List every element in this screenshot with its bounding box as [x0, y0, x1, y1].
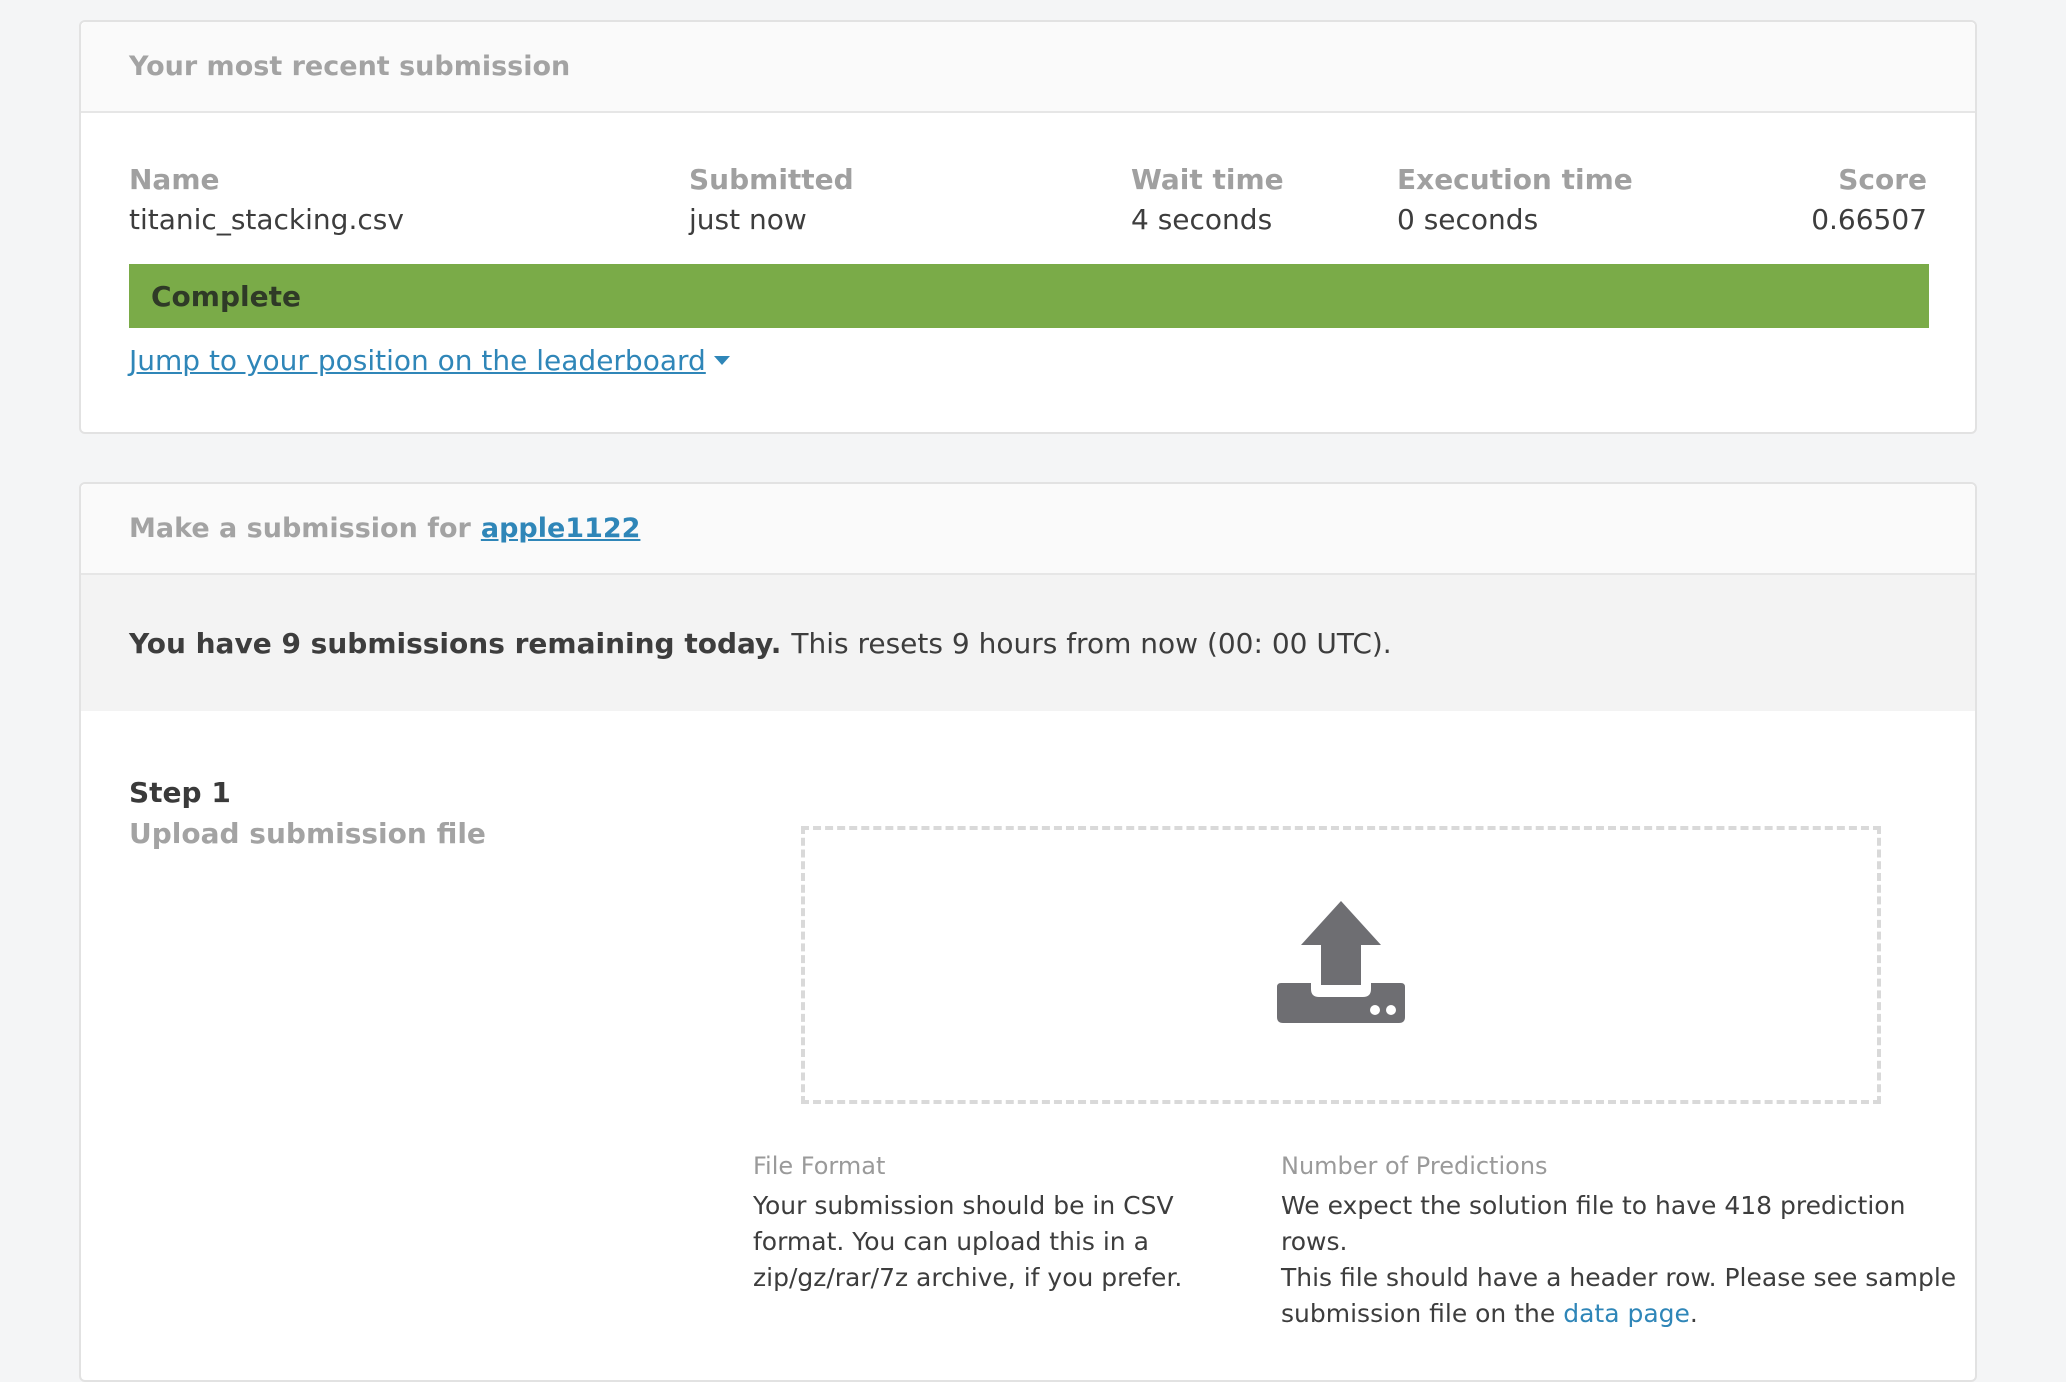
predictions-line: This file should have a header row. Plea… — [1281, 1263, 1957, 1292]
name-value: titanic_stacking.csv — [129, 203, 404, 236]
execution-time-column: Execution time 0 seconds — [1397, 160, 1633, 240]
make-submission-header: Make a submission for apple1122 — [81, 484, 1975, 575]
predictions-line3-prefix: submission file on the — [1281, 1299, 1556, 1328]
status-complete-bar: Complete — [129, 264, 1929, 328]
execution-time-label: Execution time — [1397, 163, 1633, 196]
team-link[interactable]: apple1122 — [481, 513, 641, 544]
caret-down-icon[interactable] — [713, 356, 730, 365]
upload-icon[interactable] — [1275, 899, 1407, 1031]
file-format-title: File Format — [753, 1152, 886, 1180]
reset-time-text: This resets 9 hours from now (00: 00 UTC… — [791, 626, 1392, 660]
jump-link-label[interactable]: Jump to your position on the leaderboard — [129, 344, 706, 377]
make-submission-title: Make a submission for — [129, 513, 471, 544]
name-label: Name — [129, 163, 220, 196]
name-column: Name titanic_stacking.csv — [129, 160, 404, 240]
upload-dropzone[interactable] — [801, 826, 1881, 1104]
step-subtitle: Upload submission file — [129, 817, 486, 850]
predictions-line: submission file on the data page. — [1281, 1296, 1961, 1332]
file-format-line: zip/gz/rar/7z archive, if you prefer. — [753, 1263, 1183, 1292]
submitted-column: Submitted just now — [689, 160, 854, 240]
make-submission-card: Make a submission for apple1122 You have… — [79, 482, 1977, 1382]
predictions-text: We expect the solution file to have 418 … — [1281, 1188, 1961, 1332]
recent-submission-header: Your most recent submission — [81, 22, 1975, 113]
wait-time-column: Wait time 4 seconds — [1131, 160, 1284, 240]
score-label: Score — [1838, 163, 1927, 196]
file-format-line: format. You can upload this in a — [753, 1227, 1149, 1256]
predictions-info: Number of Predictions We expect the solu… — [1281, 1152, 1961, 1332]
wait-time-label: Wait time — [1131, 163, 1284, 196]
data-page-link[interactable]: data page — [1563, 1299, 1690, 1328]
file-format-info: File Format Your submission should be in… — [753, 1152, 1193, 1296]
recent-submission-card: Your most recent submission Name titanic… — [79, 20, 1977, 434]
file-format-line: Your submission should be in CSV — [753, 1191, 1174, 1220]
file-format-text: Your submission should be in CSV format.… — [753, 1188, 1193, 1296]
wait-time-value: 4 seconds — [1131, 203, 1273, 236]
score-value: 0.66507 — [1811, 203, 1927, 236]
submissions-remaining-notice: You have 9 submissions remaining today. … — [81, 575, 1975, 711]
recent-submission-title: Your most recent submission — [129, 51, 571, 82]
submitted-label: Submitted — [689, 163, 854, 196]
status-label: Complete — [151, 279, 301, 313]
predictions-line: We expect the solution file to have 418 … — [1281, 1191, 1906, 1256]
predictions-line3-suffix: . — [1689, 1299, 1698, 1328]
submitted-value: just now — [689, 203, 807, 236]
jump-to-leaderboard-link[interactable]: Jump to your position on the leaderboard — [129, 344, 730, 377]
score-column: Score 0.66507 — [1811, 160, 1927, 240]
execution-time-value: 0 seconds — [1397, 203, 1539, 236]
predictions-title: Number of Predictions — [1281, 1152, 1548, 1180]
remaining-count-text: You have 9 submissions remaining today. — [129, 626, 782, 660]
step-title: Step 1 — [129, 776, 231, 809]
